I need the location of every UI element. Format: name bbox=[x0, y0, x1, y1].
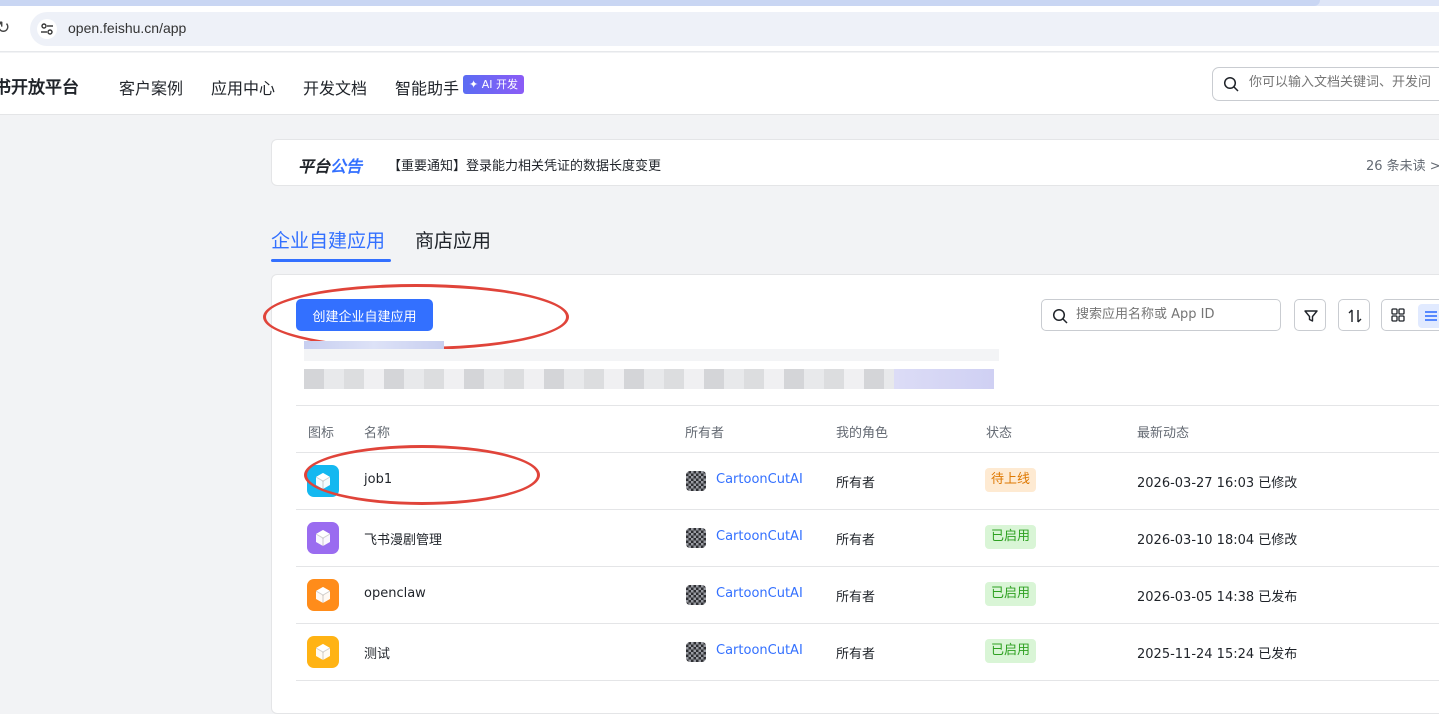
table-row[interactable]: 测试 CartoonCutAI 所有者 已启用 2025-11-24 15:24… bbox=[296, 624, 1439, 681]
active-tab-indicator bbox=[271, 259, 391, 262]
nav-smart-assistant[interactable]: 智能助手 bbox=[395, 75, 459, 99]
app-cube-icon[interactable] bbox=[307, 579, 339, 611]
unread-count-link[interactable]: 26 条未读 > bbox=[1366, 155, 1439, 174]
app-cube-icon[interactable] bbox=[307, 522, 339, 554]
nav-app-center[interactable]: 应用中心 bbox=[211, 75, 275, 99]
search-icon bbox=[1223, 76, 1239, 92]
ai-dev-badge[interactable]: ✦ AI 开发 bbox=[463, 75, 524, 94]
view-toggle bbox=[1381, 299, 1439, 331]
avatar bbox=[686, 471, 706, 491]
doc-search-input[interactable] bbox=[1249, 75, 1439, 90]
address-bar[interactable]: open.feishu.cn/app bbox=[30, 12, 1439, 46]
announcement-title: 平台公告 bbox=[298, 153, 362, 177]
role-text: 所有者 bbox=[836, 476, 876, 491]
announcement-bar[interactable]: 平台公告 【重要通知】登录能力相关凭证的数据长度变更 26 条未读 > bbox=[271, 139, 1439, 186]
url-text[interactable]: open.feishu.cn/app bbox=[68, 20, 186, 36]
activity-text: 2026-03-27 16:03 已修改 bbox=[1137, 476, 1298, 491]
sort-icon bbox=[1348, 309, 1362, 323]
filter-icon bbox=[1304, 310, 1318, 322]
app-search-box[interactable] bbox=[1041, 299, 1281, 331]
doc-search-box[interactable] bbox=[1212, 67, 1439, 101]
browser-toolbar: ↻ open.feishu.cn/app bbox=[0, 6, 1439, 52]
col-latest-activity: 最新动态 bbox=[1137, 426, 1190, 441]
app-search-input[interactable] bbox=[1076, 307, 1276, 322]
app-name[interactable]: job1 bbox=[364, 472, 392, 487]
avatar bbox=[686, 528, 706, 548]
tab-store-apps[interactable]: 商店应用 bbox=[415, 226, 491, 253]
table-row[interactable]: 飞书漫剧管理 CartoonCutAI 所有者 已启用 2026-03-10 1… bbox=[296, 510, 1439, 567]
status-badge: 待上线 bbox=[985, 468, 1037, 492]
role-text: 所有者 bbox=[836, 647, 876, 662]
tune-icon[interactable] bbox=[37, 19, 57, 39]
app-cube-icon[interactable] bbox=[307, 636, 339, 668]
brand-logo-text[interactable]: 书开放平台 bbox=[0, 73, 79, 98]
table-row[interactable]: job1 CartoonCutAI 所有者 待上线 2026-03-27 16:… bbox=[296, 453, 1439, 510]
col-owner: 所有者 bbox=[685, 426, 725, 441]
avatar bbox=[686, 642, 706, 662]
col-name: 名称 bbox=[364, 426, 391, 441]
create-internal-app-button[interactable]: 创建企业自建应用 bbox=[296, 299, 433, 331]
reload-icon[interactable]: ↻ bbox=[0, 18, 16, 38]
announcement-text[interactable]: 【重要通知】登录能力相关凭证的数据长度变更 bbox=[388, 155, 661, 174]
role-text: 所有者 bbox=[836, 533, 876, 548]
app-name[interactable]: openclaw bbox=[364, 586, 426, 601]
status-badge: 已启用 bbox=[985, 525, 1037, 549]
redacted-notice bbox=[304, 341, 1439, 399]
app-cube-icon[interactable] bbox=[307, 465, 339, 497]
table-row[interactable]: openclaw CartoonCutAI 所有者 已启用 2026-03-05… bbox=[296, 567, 1439, 624]
announcement-title-part2: 公告 bbox=[330, 157, 363, 176]
sort-button[interactable] bbox=[1338, 299, 1370, 331]
owner-link[interactable]: CartoonCutAI bbox=[716, 643, 803, 658]
tab-internal-apps[interactable]: 企业自建应用 bbox=[271, 226, 385, 253]
list-view-icon[interactable] bbox=[1418, 304, 1439, 328]
app-name[interactable]: 飞书漫剧管理 bbox=[364, 529, 442, 548]
filter-button[interactable] bbox=[1294, 299, 1326, 331]
owner-link[interactable]: CartoonCutAI bbox=[716, 586, 803, 601]
col-status: 状态 bbox=[986, 426, 1013, 441]
status-badge: 已启用 bbox=[985, 639, 1037, 663]
nav-customer-cases[interactable]: 客户案例 bbox=[119, 75, 183, 99]
col-icon: 图标 bbox=[308, 426, 335, 441]
owner-link[interactable]: CartoonCutAI bbox=[716, 529, 803, 544]
avatar bbox=[686, 585, 706, 605]
grid-view-icon[interactable] bbox=[1390, 307, 1406, 323]
app-name[interactable]: 测试 bbox=[364, 643, 390, 662]
search-icon bbox=[1052, 308, 1068, 324]
status-badge: 已启用 bbox=[985, 582, 1037, 606]
activity-text: 2026-03-05 14:38 已发布 bbox=[1137, 590, 1298, 605]
activity-text: 2025-11-24 15:24 已发布 bbox=[1137, 647, 1298, 662]
activity-text: 2026-03-10 18:04 已修改 bbox=[1137, 533, 1298, 548]
site-header: 书开放平台 客户案例 应用中心 开发文档 智能助手 ✦ AI 开发 bbox=[0, 53, 1439, 115]
table-header: 图标 名称 所有者 我的角色 状态 最新动态 bbox=[296, 405, 1439, 453]
app-list-panel: 创建企业自建应用 图标 名称 所有者 我的角色 状态 最新动态 bbox=[263, 274, 1439, 714]
announcement-title-part1: 平台 bbox=[298, 157, 331, 176]
role-text: 所有者 bbox=[836, 590, 876, 605]
col-my-role: 我的角色 bbox=[836, 426, 889, 441]
nav-dev-docs[interactable]: 开发文档 bbox=[303, 75, 367, 99]
owner-link[interactable]: CartoonCutAI bbox=[716, 472, 803, 487]
